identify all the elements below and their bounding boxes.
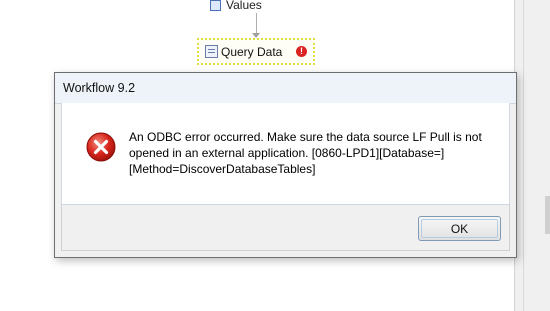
dialog-titlebar[interactable]: Workflow 9.2 [55, 73, 516, 104]
error-dialog: Workflow 9.2 An ODBC error occurred. Mak… [54, 72, 517, 258]
values-node-label: Values [226, 0, 262, 12]
query-data-node[interactable]: Query Data ! [197, 38, 315, 65]
panel-divider [523, 0, 524, 311]
query-node-label: Query Data [221, 44, 283, 59]
ok-button[interactable]: OK [418, 216, 501, 241]
scrollbar-thumb[interactable] [545, 196, 550, 234]
values-icon [210, 0, 221, 11]
error-x-icon [86, 132, 116, 162]
error-badge-icon: ! [296, 46, 307, 57]
right-panel-scrollbar[interactable] [514, 0, 550, 311]
values-node[interactable]: Values [210, 0, 262, 12]
dialog-title: Workflow 9.2 [63, 81, 136, 95]
query-icon [205, 45, 218, 58]
ok-button-label: OK [450, 221, 469, 236]
error-message: An ODBC error occurred. Make sure the da… [129, 130, 482, 176]
